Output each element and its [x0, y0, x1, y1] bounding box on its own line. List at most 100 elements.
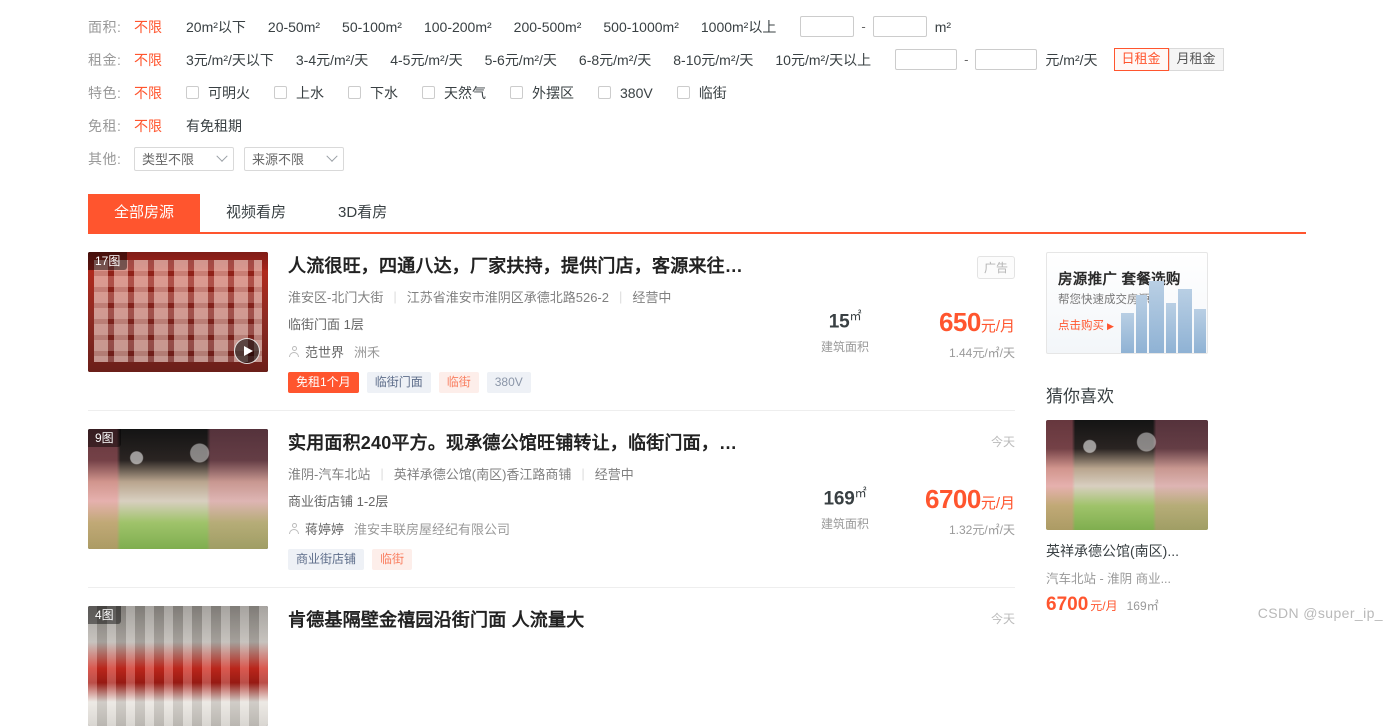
- checkbox-icon[interactable]: [510, 86, 523, 99]
- listing-address[interactable]: 英祥承德公馆(南区)香江路商铺: [394, 464, 572, 483]
- tab-video-tour[interactable]: 视频看房: [200, 194, 312, 232]
- filter-option-rent-6[interactable]: 8-10元/m²/天: [673, 50, 753, 70]
- filter-option-area-7[interactable]: 1000m²以上: [701, 17, 776, 37]
- play-icon[interactable]: [234, 338, 260, 364]
- filter-label-feature: 特色:: [88, 84, 122, 101]
- filter-label-other: 其他:: [88, 150, 122, 167]
- checkbox-item-waibaiqu[interactable]: 外摆区: [510, 83, 574, 103]
- checkbox-icon[interactable]: [422, 86, 435, 99]
- checkbox-item-tianranqi[interactable]: 天然气: [422, 83, 486, 103]
- checkbox-item-xiashui[interactable]: 下水: [348, 83, 398, 103]
- listing-tag: 临街: [372, 549, 413, 570]
- rent-min-input[interactable]: [895, 49, 958, 70]
- area-min-input[interactable]: [800, 16, 855, 37]
- filter-option-rent-2[interactable]: 3-4元/m²/天: [296, 50, 368, 70]
- checkbox-icon[interactable]: [186, 86, 199, 99]
- listing-thumbnail[interactable]: 4图: [88, 606, 268, 726]
- area-number: 169: [823, 488, 855, 510]
- listing-thumbnail[interactable]: 17图: [88, 252, 268, 372]
- area-unit: ㎡: [854, 486, 867, 500]
- price-unit: 元/月: [980, 495, 1015, 512]
- listing-price-column: 广告 15㎡ 建筑面积 650元/月 1.44元/㎡/天: [745, 252, 1015, 393]
- promo-ad-cta[interactable]: 点击购买 ▶: [1058, 317, 1114, 333]
- checkbox-icon[interactable]: [676, 86, 690, 99]
- filter-row-area: 面积: 不限 20m²以下 20-50m² 50-100m² 100-200m²…: [0, 10, 1391, 43]
- listing-info: 人流很旺，四通八达，厂家扶持，提供门店，客源来往… 淮安区-北门大街 | 江苏省…: [268, 252, 745, 393]
- listing-info: 肯德基隔壁金禧园沿街门面 人流量大: [268, 606, 745, 726]
- filter-option-rent-3[interactable]: 4-5元/m²/天: [390, 50, 462, 70]
- toggle-daily-rent[interactable]: 日租金: [1113, 48, 1169, 71]
- filter-option-rent-unlimited[interactable]: 不限: [134, 50, 162, 70]
- city-skyline-illustration: [1119, 277, 1207, 353]
- watermark: CSDN @super_ip_: [1257, 605, 1383, 621]
- listing-address[interactable]: 江苏省淮安市淮阴区承德北路526-2: [407, 287, 609, 306]
- agent-name[interactable]: 蒋婷婷: [305, 519, 344, 538]
- area-max-input[interactable]: [872, 16, 927, 37]
- filter-option-area-2[interactable]: 20-50m²: [268, 19, 320, 35]
- filter-option-has-free-rent[interactable]: 有免租期: [186, 116, 242, 136]
- ad-badge: 广告: [976, 256, 1015, 279]
- recommend-name[interactable]: 英祥承德公馆(南区)...: [1046, 541, 1208, 561]
- listing-agent: 范世界 洲禾: [288, 342, 745, 361]
- tab-all-listings[interactable]: 全部房源: [88, 194, 201, 232]
- listing-photo: [88, 606, 268, 726]
- toggle-monthly-rent[interactable]: 月租金: [1168, 48, 1224, 71]
- recommend-card[interactable]: 英祥承德公馆(南区)... 汽车北站 - 淮阴 商业... 6700 元/月 169…: [1046, 420, 1208, 616]
- listing-item[interactable]: 17图 人流很旺，四通八达，厂家扶持，提供门店，客源来往… 淮安区-北门大街 |…: [88, 234, 1015, 411]
- filter-option-area-5[interactable]: 200-500m²: [514, 19, 582, 35]
- filter-option-area-4[interactable]: 100-200m²: [424, 19, 492, 35]
- page-root: 面积: 不限 20m²以下 20-50m² 50-100m² 100-200m²…: [0, 0, 1391, 726]
- filter-option-area-unlimited[interactable]: 不限: [134, 17, 162, 37]
- listing-date-badge: 今天: [990, 435, 1015, 449]
- filter-option-rent-5[interactable]: 6-8元/m²/天: [579, 50, 651, 70]
- filter-option-feature-unlimited[interactable]: 不限: [134, 83, 162, 103]
- checkbox-item-380v[interactable]: 380V: [598, 85, 653, 101]
- checkbox-icon[interactable]: [598, 86, 611, 99]
- filter-option-area-1[interactable]: 20m²以下: [186, 17, 246, 37]
- listing-title[interactable]: 人流很旺，四通八达，厂家扶持，提供门店，客源来往…: [288, 254, 745, 278]
- type-select[interactable]: 类型不限: [134, 146, 234, 171]
- listing-tag: 临街门面: [366, 372, 431, 393]
- listing-item[interactable]: 9图 实用面积240平方。现承德公馆旺铺转让，临街门面，… 淮阴-汽车北站 | …: [88, 411, 1015, 588]
- promo-ad-card[interactable]: 房源推广 套餐选购 帮您快速成交房源 点击购买 ▶: [1046, 252, 1208, 354]
- filter-option-rent-4[interactable]: 5-6元/m²/天: [485, 50, 557, 70]
- filter-option-area-3[interactable]: 50-100m²: [342, 19, 402, 35]
- checkbox-icon[interactable]: [348, 86, 361, 99]
- promo-ad-cta-label: 点击购买: [1058, 320, 1104, 332]
- filter-option-rent-7[interactable]: 10元/m²/天以上: [775, 50, 871, 70]
- rent-range-unit: 元/m²/天: [1045, 51, 1098, 68]
- checkbox-icon[interactable]: [274, 86, 287, 99]
- filter-label-free-rent: 免租:: [88, 117, 122, 134]
- listing-district[interactable]: 淮安区-北门大街: [288, 287, 383, 306]
- type-select-value: 类型不限: [142, 152, 195, 167]
- area-range-dash: -: [861, 19, 866, 34]
- filter-option-rent-1[interactable]: 3元/m²/天以下: [186, 50, 274, 70]
- checkbox-label: 天然气: [444, 84, 486, 101]
- area-number: 15: [828, 311, 850, 333]
- photo-count-badge: 4图: [88, 606, 121, 624]
- checkbox-item-kemínghuo[interactable]: 可明火: [186, 83, 250, 103]
- tab-3d-tour[interactable]: 3D看房: [312, 194, 413, 232]
- listing-area-block: 169㎡ 建筑面积: [821, 484, 869, 532]
- source-select[interactable]: 来源不限: [244, 146, 344, 171]
- filter-option-free-rent-unlimited[interactable]: 不限: [134, 116, 162, 136]
- listing-date-badge: 今天: [990, 612, 1015, 626]
- agent-name[interactable]: 范世界: [305, 342, 344, 361]
- listing-title[interactable]: 肯德基隔壁金禧园沿街门面 人流量大: [288, 608, 745, 632]
- listing-photo: [88, 429, 268, 549]
- listing-area-block: 15㎡ 建筑面积: [821, 307, 869, 355]
- checkbox-item-shangshui[interactable]: 上水: [274, 83, 324, 103]
- listing-tag: 免租1个月: [288, 372, 359, 393]
- listing-property-line: 商业街店铺 1-2层: [288, 494, 389, 509]
- checkbox-item-linjie[interactable]: 临街: [676, 83, 727, 103]
- listing-status: 经营中: [632, 290, 672, 305]
- listing-district[interactable]: 淮阴-汽车北站: [288, 464, 370, 483]
- checkbox-label: 下水: [370, 84, 398, 101]
- filter-option-area-6[interactable]: 500-1000m²: [603, 19, 679, 35]
- listing-title[interactable]: 实用面积240平方。现承德公馆旺铺转让，临街门面，…: [288, 431, 745, 455]
- area-range-inputs: - m²: [800, 16, 951, 37]
- price-per-unit: 1.32元/㎡/天: [948, 523, 1015, 537]
- listing-thumbnail[interactable]: 9图: [88, 429, 268, 549]
- listing-item[interactable]: 4图 肯德基隔壁金禧园沿街门面 人流量大 今天: [88, 588, 1015, 726]
- rent-max-input[interactable]: [975, 49, 1038, 70]
